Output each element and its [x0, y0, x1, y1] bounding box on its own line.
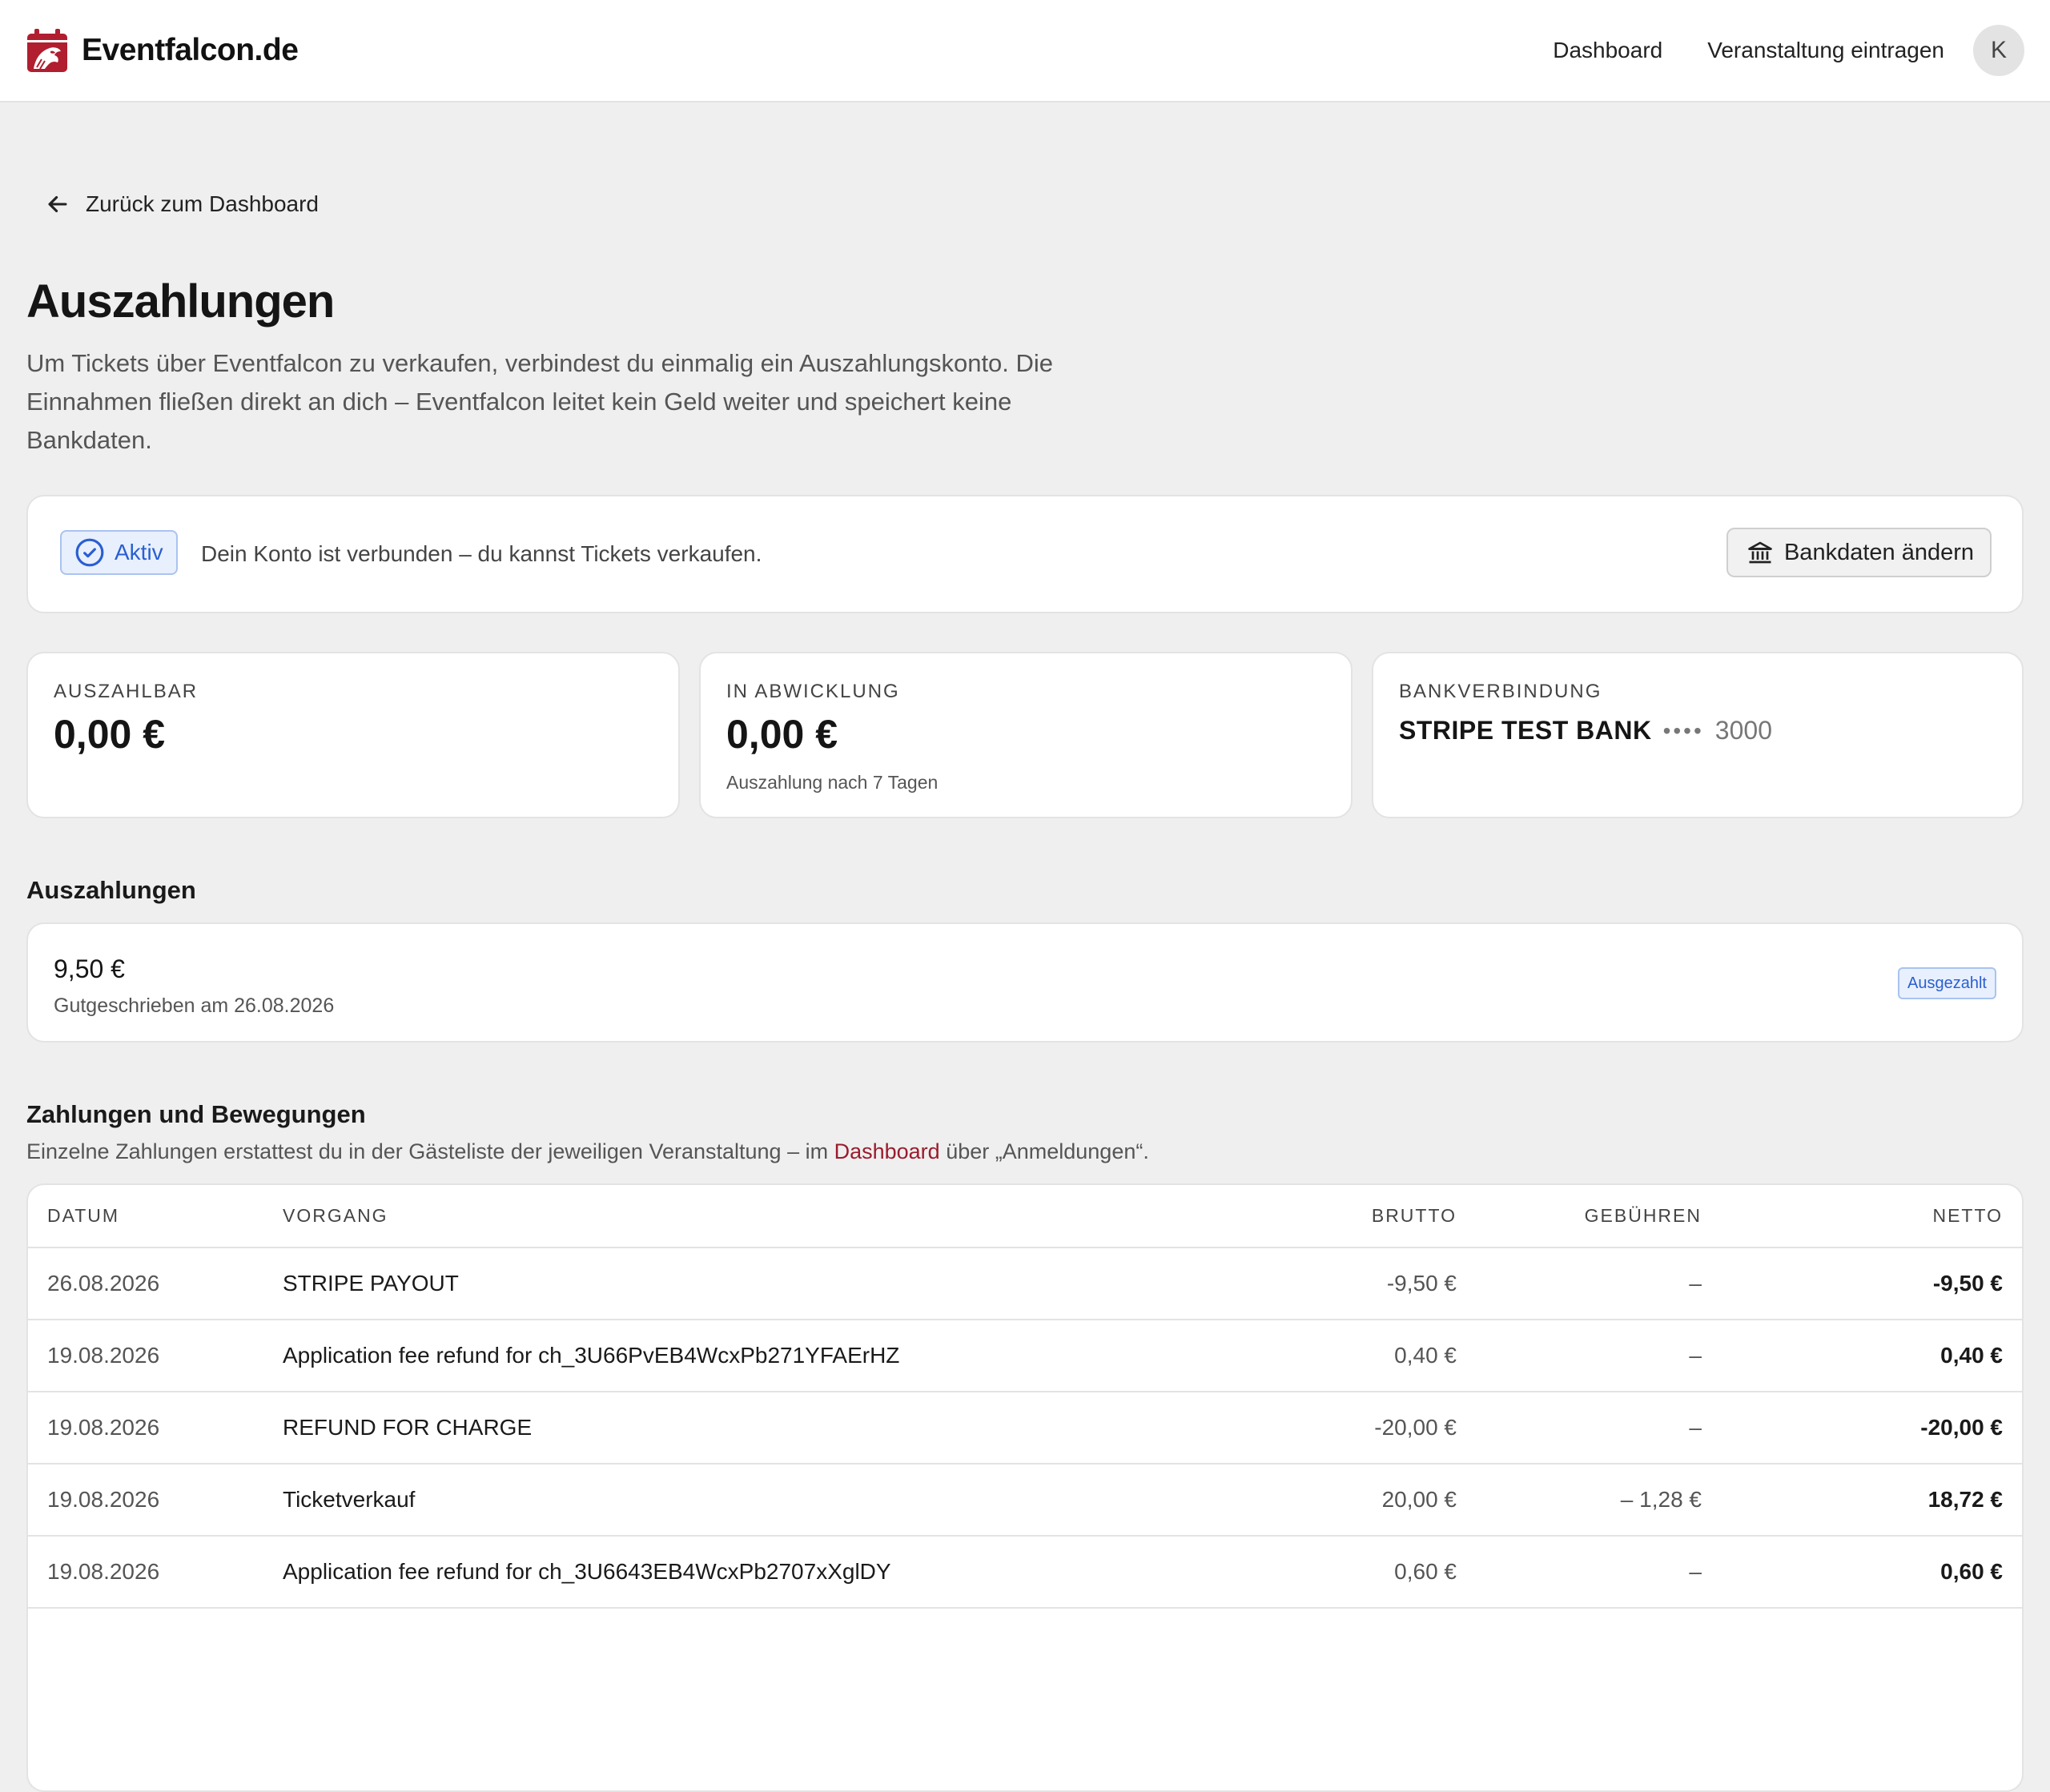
cell-date: 26.08.2026	[28, 1248, 283, 1320]
change-bank-details-label: Bankdaten ändern	[1783, 539, 1974, 565]
transactions-section-title: Zahlungen und Bewegungen	[26, 1100, 366, 1128]
description-text: Einzelne Zahlungen erstattest du in der …	[26, 1139, 834, 1163]
transactions-table-card: DATUM VORGANG BRUTTO GEBÜHREN NETTO 26.0…	[26, 1183, 2024, 1792]
transactions-description: Einzelne Zahlungen erstattest du in der …	[26, 1139, 1149, 1164]
payout-status-badge: Ausgezahlt	[1898, 967, 1996, 999]
stat-label: AUSZAHLBAR	[54, 681, 199, 702]
column-header-gross: BRUTTO	[1252, 1185, 1457, 1248]
stat-value: 0,00 €	[726, 712, 838, 757]
stat-card-bank-connection: BANKVERBINDUNG STRIPE TEST BANK •••• 300…	[1372, 652, 2024, 818]
cell-fees: –	[1457, 1320, 1702, 1392]
nav-add-event-link[interactable]: Veranstaltung eintragen	[1707, 38, 1944, 63]
brand-name: Eventfalcon.de	[82, 33, 299, 67]
cell-transaction: REFUND FOR CHARGE	[283, 1392, 1252, 1465]
user-avatar[interactable]: K	[1973, 25, 2024, 76]
description-text-end: über „Anmeldungen“.	[939, 1139, 1149, 1163]
cell-fees: –	[1457, 1536, 1702, 1609]
cell-gross: 0,60 €	[1252, 1536, 1457, 1609]
cell-date: 19.08.2026	[28, 1392, 283, 1465]
cell-gross: 0,40 €	[1252, 1320, 1457, 1392]
cell-net: 0,60 €	[1702, 1536, 2022, 1609]
page-title: Auszahlungen	[26, 275, 335, 327]
cell-net: 18,72 €	[1702, 1464, 2022, 1537]
description-dashboard-link[interactable]: Dashboard	[834, 1139, 940, 1163]
back-to-dashboard-link[interactable]: Zurück zum Dashboard	[44, 191, 319, 218]
table-header-row: DATUM VORGANG BRUTTO GEBÜHREN NETTO	[28, 1185, 2022, 1248]
change-bank-details-button[interactable]: Bankdaten ändern	[1726, 528, 1992, 577]
top-navigation-bar: Eventfalcon.de Dashboard Veranstaltung e…	[0, 0, 2050, 102]
cell-transaction: Application fee refund for ch_3U66PvEB4W…	[283, 1320, 1252, 1392]
eventfalcon-logo-icon	[27, 29, 67, 72]
stat-label: IN ABWICKLUNG	[726, 681, 900, 702]
cell-date: 19.08.2026	[28, 1464, 283, 1537]
payouts-section-title: Auszahlungen	[26, 876, 196, 904]
stat-label: BANKVERBINDUNG	[1399, 681, 1602, 702]
cell-transaction: STRIPE PAYOUT	[283, 1248, 1252, 1320]
account-last4: 3000	[1714, 716, 1772, 745]
cell-net: -20,00 €	[1702, 1392, 2022, 1465]
stat-value: 0,00 €	[54, 712, 166, 757]
table-row: 26.08.2026 STRIPE PAYOUT -9,50 € – -9,50…	[28, 1248, 2022, 1320]
status-badge-active: Aktiv	[60, 530, 178, 575]
nav-dashboard-link[interactable]: Dashboard	[1553, 38, 1662, 63]
cell-fees: –	[1457, 1392, 1702, 1465]
cell-net: -9,50 €	[1702, 1248, 2022, 1320]
cell-net: 0,40 €	[1702, 1320, 2022, 1392]
cell-fees: –	[1457, 1248, 1702, 1320]
payout-item: 9,50 € Gutgeschrieben am 26.08.2026 Ausg…	[26, 922, 2024, 1043]
cell-gross: -9,50 €	[1252, 1248, 1457, 1320]
bank-name: STRIPE TEST BANK	[1399, 716, 1652, 745]
intro-text: Um Tickets über Eventfalcon zu verkaufen…	[26, 349, 1054, 454]
stat-subtext: Auszahlung nach 7 Tagen	[726, 772, 939, 793]
column-header-fees: GEBÜHREN	[1457, 1185, 1702, 1248]
arrow-left-icon	[48, 195, 67, 213]
account-status-card: Aktiv Dein Konto ist verbunden – du kann…	[26, 495, 2024, 613]
cell-date: 19.08.2026	[28, 1320, 283, 1392]
cell-gross: 20,00 €	[1252, 1464, 1457, 1537]
payout-credited-date: Gutgeschrieben am 26.08.2026	[54, 994, 335, 1017]
payout-amount: 9,50 €	[54, 954, 125, 983]
column-header-date: DATUM	[28, 1185, 283, 1248]
bank-icon	[1748, 541, 1772, 564]
table-row: 19.08.2026 Application fee refund for ch…	[28, 1536, 2022, 1609]
cell-date: 19.08.2026	[28, 1536, 283, 1609]
brand[interactable]: Eventfalcon.de	[26, 27, 299, 74]
status-badge-label: Aktiv	[115, 540, 163, 565]
transactions-table: DATUM VORGANG BRUTTO GEBÜHREN NETTO 26.0…	[28, 1185, 2022, 1609]
column-header-net: NETTO	[1702, 1185, 2022, 1248]
table-row: 19.08.2026 Application fee refund for ch…	[28, 1320, 2022, 1392]
check-circle-icon	[75, 538, 104, 567]
stat-card-payable: AUSZAHLBAR 0,00 €	[26, 652, 680, 818]
column-header-transaction: VORGANG	[283, 1185, 1252, 1248]
main-nav: Dashboard Veranstaltung eintragen K	[1553, 25, 2024, 76]
back-link-label: Zurück zum Dashboard	[86, 191, 320, 216]
bank-account-line: STRIPE TEST BANK •••• 3000	[1399, 716, 1772, 745]
masked-account-dots: ••••	[1662, 717, 1704, 743]
cell-transaction: Application fee refund for ch_3U6643EB4W…	[283, 1536, 1252, 1609]
table-row: 19.08.2026 Ticketverkauf 20,00 € – 1,28 …	[28, 1464, 2022, 1537]
table-row: 19.08.2026 REFUND FOR CHARGE -20,00 € – …	[28, 1392, 2022, 1465]
status-message: Dein Konto ist verbunden – du kannst Tic…	[201, 541, 762, 566]
stat-card-processing: IN ABWICKLUNG 0,00 € Auszahlung nach 7 T…	[699, 652, 1353, 818]
cell-transaction: Ticketverkauf	[283, 1464, 1252, 1537]
cell-fees: – 1,28 €	[1457, 1464, 1702, 1537]
cell-gross: -20,00 €	[1252, 1392, 1457, 1465]
